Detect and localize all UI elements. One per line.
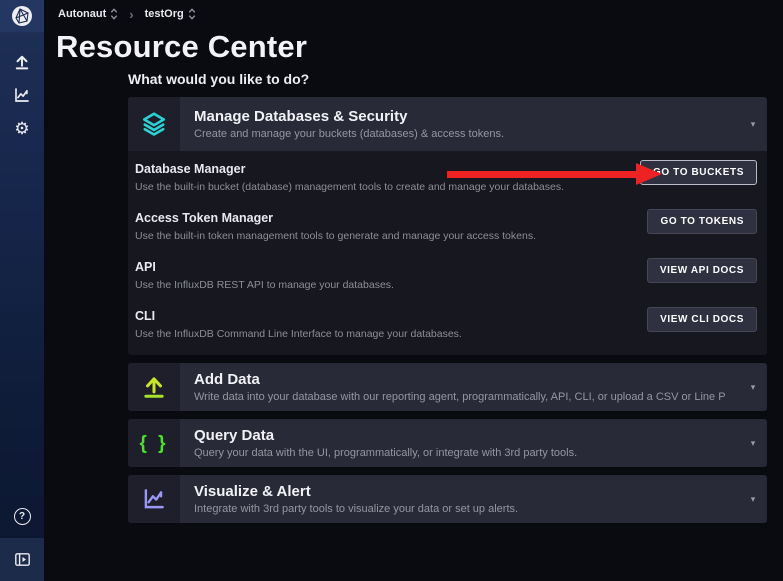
section-description: Integrate with 3rd party tools to visual… <box>194 503 725 515</box>
sort-caret-icon <box>188 8 196 20</box>
chart-icon <box>128 475 180 523</box>
section-title: Manage Databases & Security <box>194 108 725 125</box>
section-description: Write data into your database with our r… <box>194 391 725 403</box>
section-description: Create and manage your buckets (database… <box>194 128 725 140</box>
go-to-tokens-button[interactable]: GO TO TOKENS <box>647 209 757 234</box>
sidebar-item-load-data[interactable] <box>10 51 34 73</box>
breadcrumb-separator-icon: › <box>127 8 135 21</box>
expand-sidebar-button[interactable] <box>0 538 44 581</box>
help-icon[interactable]: ? <box>14 508 31 525</box>
section-title: Add Data <box>194 371 725 388</box>
accordion-query-data[interactable]: { } Query Data Query your data with the … <box>128 419 767 467</box>
breadcrumb-org-label: Autonaut <box>58 8 106 20</box>
accordion-add-data[interactable]: Add Data Write data into your database w… <box>128 363 767 411</box>
breadcrumb-suborg-label: testOrg <box>145 8 184 20</box>
page-title: Resource Center <box>56 29 783 65</box>
view-cli-docs-button[interactable]: VIEW CLI DOCS <box>647 307 757 332</box>
influxdb-logo[interactable] <box>0 0 44 32</box>
main-area: Autonaut › testOrg Resource Center What … <box>44 0 783 581</box>
section-title: Visualize & Alert <box>194 483 725 500</box>
layers-icon <box>128 97 180 151</box>
accordion-manage-databases[interactable]: Manage Databases & Security Create and m… <box>128 97 767 151</box>
accordion-visualize-alert[interactable]: Visualize & Alert Integrate with 3rd par… <box>128 475 767 523</box>
app-window: ⚙ ? Autonaut › <box>0 0 783 581</box>
influxdb-logo-icon <box>11 5 33 27</box>
section-description: Query your data with the UI, programmati… <box>194 447 725 459</box>
chevron-down-icon[interactable]: ▾ <box>739 363 767 411</box>
list-item-access-token-manager: Access Token Manager Use the built-in to… <box>128 203 767 252</box>
sort-caret-icon <box>110 8 118 20</box>
braces-icon: { } <box>128 419 180 467</box>
expand-sidebar-icon <box>15 553 30 566</box>
list-item-cli: CLI Use the InfluxDB Command Line Interf… <box>128 301 767 350</box>
upload-icon <box>128 363 180 411</box>
go-to-buckets-button[interactable]: GO TO BUCKETS <box>640 160 757 185</box>
list-item-api: API Use the InfluxDB REST API to manage … <box>128 252 767 301</box>
resource-panels: Manage Databases & Security Create and m… <box>128 97 767 523</box>
chevron-down-icon[interactable]: ▾ <box>739 475 767 523</box>
breadcrumb: Autonaut › testOrg <box>44 0 783 28</box>
sidebar-item-data-explorer[interactable] <box>10 84 34 106</box>
view-api-docs-button[interactable]: VIEW API DOCS <box>647 258 757 283</box>
chevron-down-icon[interactable]: ▾ <box>739 419 767 467</box>
gear-icon: ⚙ <box>14 120 29 137</box>
list-item-database-manager: Database Manager Use the built-in bucket… <box>128 154 767 203</box>
graph-icon <box>13 86 31 104</box>
upload-icon <box>13 53 31 71</box>
page-subtitle: What would you like to do? <box>128 71 783 87</box>
sidebar: ⚙ ? <box>0 0 44 581</box>
chevron-down-icon[interactable]: ▾ <box>739 97 767 151</box>
breadcrumb-org-dropdown[interactable]: Autonaut <box>58 8 118 20</box>
manage-databases-content: Database Manager Use the built-in bucket… <box>128 151 767 355</box>
breadcrumb-suborg-dropdown[interactable]: testOrg <box>145 8 196 20</box>
sidebar-item-settings[interactable]: ⚙ <box>10 117 34 139</box>
section-title: Query Data <box>194 427 725 444</box>
